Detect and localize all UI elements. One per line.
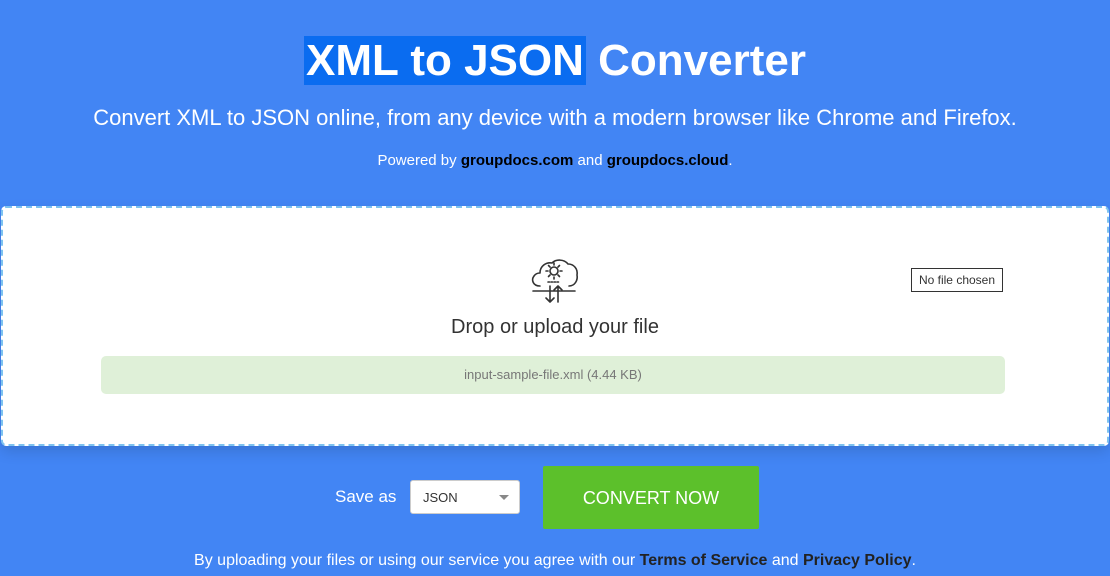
drop-upload-label: Drop or upload your file [451, 316, 659, 338]
chevron-down-icon [499, 495, 509, 500]
file-input-status[interactable]: No file chosen [911, 268, 1003, 292]
format-select[interactable]: JSON [410, 480, 520, 514]
page-title: XML to JSON Converter [0, 33, 1110, 89]
format-selected-value: JSON [423, 490, 458, 505]
footer-suffix: . [911, 552, 916, 569]
groupdocs-cloud-link[interactable]: groupdocs.cloud [607, 152, 729, 169]
powered-by: Powered by groupdocs.com and groupdocs.c… [0, 151, 1110, 171]
cloud-settings-icon[interactable] [528, 256, 580, 306]
title-rest: Converter [585, 36, 806, 85]
powered-prefix: Powered by [377, 152, 461, 169]
groupdocs-com-link[interactable]: groupdocs.com [461, 152, 574, 169]
convert-now-button[interactable]: CONVERT NOW [543, 466, 759, 529]
footer-agreement: By uploading your files or using our ser… [0, 550, 1110, 572]
footer-prefix: By uploading your files or using our ser… [194, 552, 640, 569]
page-subtitle: Convert XML to JSON online, from any dev… [93, 105, 1017, 130]
uploaded-file-item: input-sample-file.xml (4.44 KB) [101, 356, 1005, 394]
file-dropzone[interactable]: No file chosen Drop or upload your file … [1, 206, 1109, 446]
privacy-policy-link[interactable]: Privacy Policy [803, 552, 912, 569]
terms-of-service-link[interactable]: Terms of Service [640, 552, 768, 569]
powered-and: and [573, 152, 607, 169]
powered-suffix: . [728, 152, 733, 169]
save-as-label: Save as [335, 487, 397, 506]
footer-and: and [767, 552, 803, 569]
title-highlight: XML to JSON [304, 36, 586, 85]
